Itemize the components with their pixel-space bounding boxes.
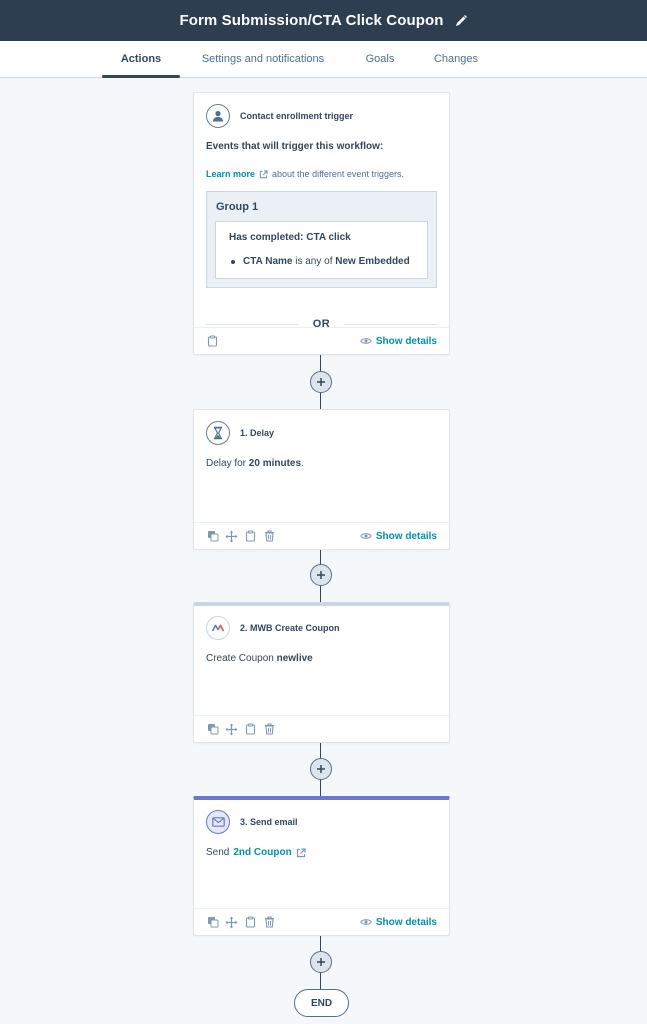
move-icon[interactable] — [225, 916, 238, 929]
send-email-action-card[interactable]: 3. Send email Send 2nd Coupon Show detai… — [193, 796, 450, 936]
eye-icon — [360, 532, 372, 540]
send-email-action-summary: Send 2nd Coupon — [194, 834, 449, 858]
show-details-button[interactable]: Show details — [360, 336, 437, 347]
group-title: Group 1 — [216, 201, 259, 213]
workflow-header: Form Submission/CTA Click Coupon — [0, 0, 647, 41]
add-action-button[interactable] — [310, 951, 332, 973]
card-footer — [194, 715, 449, 742]
send-email-action-title: 3. Send email — [240, 817, 298, 827]
move-icon[interactable] — [225, 530, 238, 543]
trigger-filter[interactable]: Has completed: CTA click CTA Name is any… — [215, 221, 428, 279]
trash-icon[interactable] — [263, 530, 276, 543]
tab-bar: Actions Settings and notifications Goals… — [0, 41, 647, 78]
clipboard-icon[interactable] — [206, 335, 219, 348]
create-coupon-action-title: 2. MWB Create Coupon — [240, 623, 340, 633]
create-coupon-action-card[interactable]: 2. MWB Create Coupon Create Coupon newli… — [193, 602, 450, 743]
add-action-button[interactable] — [310, 371, 332, 393]
show-details-button[interactable]: Show details — [360, 531, 437, 542]
create-coupon-action-summary: Create Coupon newlive — [206, 653, 313, 664]
workflow-title: Form Submission/CTA Click Coupon — [179, 12, 444, 29]
copy-icon[interactable] — [206, 723, 219, 736]
envelope-icon — [206, 810, 230, 834]
clipboard-icon[interactable] — [244, 723, 257, 736]
coupon-name: newlive — [276, 653, 313, 664]
clipboard-icon[interactable] — [244, 916, 257, 929]
trigger-title: Contact enrollment trigger — [240, 111, 354, 121]
bullet-icon — [231, 260, 235, 264]
card-footer: Show details — [194, 522, 449, 549]
external-link-icon — [259, 169, 268, 179]
filter-condition: CTA Name is any of New Embedded — [229, 254, 414, 269]
learn-more-line: Learn more about the different event tri… — [206, 169, 437, 179]
trash-icon[interactable] — [263, 916, 276, 929]
tab-goals[interactable]: Goals — [355, 41, 405, 77]
delay-action-title: 1. Delay — [240, 428, 275, 438]
tab-settings-and-notifications[interactable]: Settings and notifications — [196, 41, 330, 77]
trigger-events-heading: Events that will trigger this workflow: — [206, 141, 384, 152]
enrollment-trigger-card[interactable]: Contact enrollment trigger Events that w… — [193, 92, 450, 355]
eye-icon — [360, 337, 372, 345]
tab-changes[interactable]: Changes — [428, 41, 484, 77]
tab-actions[interactable]: Actions — [102, 41, 180, 78]
trigger-group[interactable]: Group 1 Has completed: CTA click CTA Nam… — [206, 191, 437, 288]
delay-action-card[interactable]: 1. Delay Delay for 20 minutes. Show deta… — [193, 409, 450, 550]
mwb-logo-icon — [206, 616, 230, 640]
filter-title: Has completed: CTA click — [229, 232, 351, 243]
workflow-canvas: Contact enrollment trigger Events that w… — [0, 78, 647, 1024]
hourglass-icon — [206, 421, 230, 445]
show-details-button[interactable]: Show details — [360, 917, 437, 928]
move-icon[interactable] — [225, 723, 238, 736]
filter-operator: is any of — [295, 256, 333, 267]
filter-value: New Embedded — [335, 256, 410, 267]
copy-icon[interactable] — [206, 530, 219, 543]
pencil-icon[interactable] — [454, 14, 468, 28]
eye-icon — [360, 918, 372, 926]
clipboard-icon[interactable] — [244, 530, 257, 543]
add-action-button[interactable] — [310, 758, 332, 780]
card-footer: Show details — [194, 908, 449, 935]
contact-icon — [206, 104, 230, 128]
card-footer: Show details — [194, 327, 449, 354]
filter-property: CTA Name — [243, 256, 293, 267]
external-link-icon — [296, 847, 306, 858]
add-action-button[interactable] — [310, 564, 332, 586]
learn-more-suffix: about the different event triggers. — [272, 169, 404, 179]
email-name-link[interactable]: 2nd Coupon — [233, 847, 291, 858]
copy-icon[interactable] — [206, 916, 219, 929]
learn-more-link[interactable]: Learn more — [206, 169, 255, 179]
workflow-end: END — [294, 989, 349, 1017]
trash-icon[interactable] — [263, 723, 276, 736]
delay-action-summary: Delay for 20 minutes. — [206, 458, 304, 469]
delay-duration: 20 minutes — [248, 458, 302, 469]
